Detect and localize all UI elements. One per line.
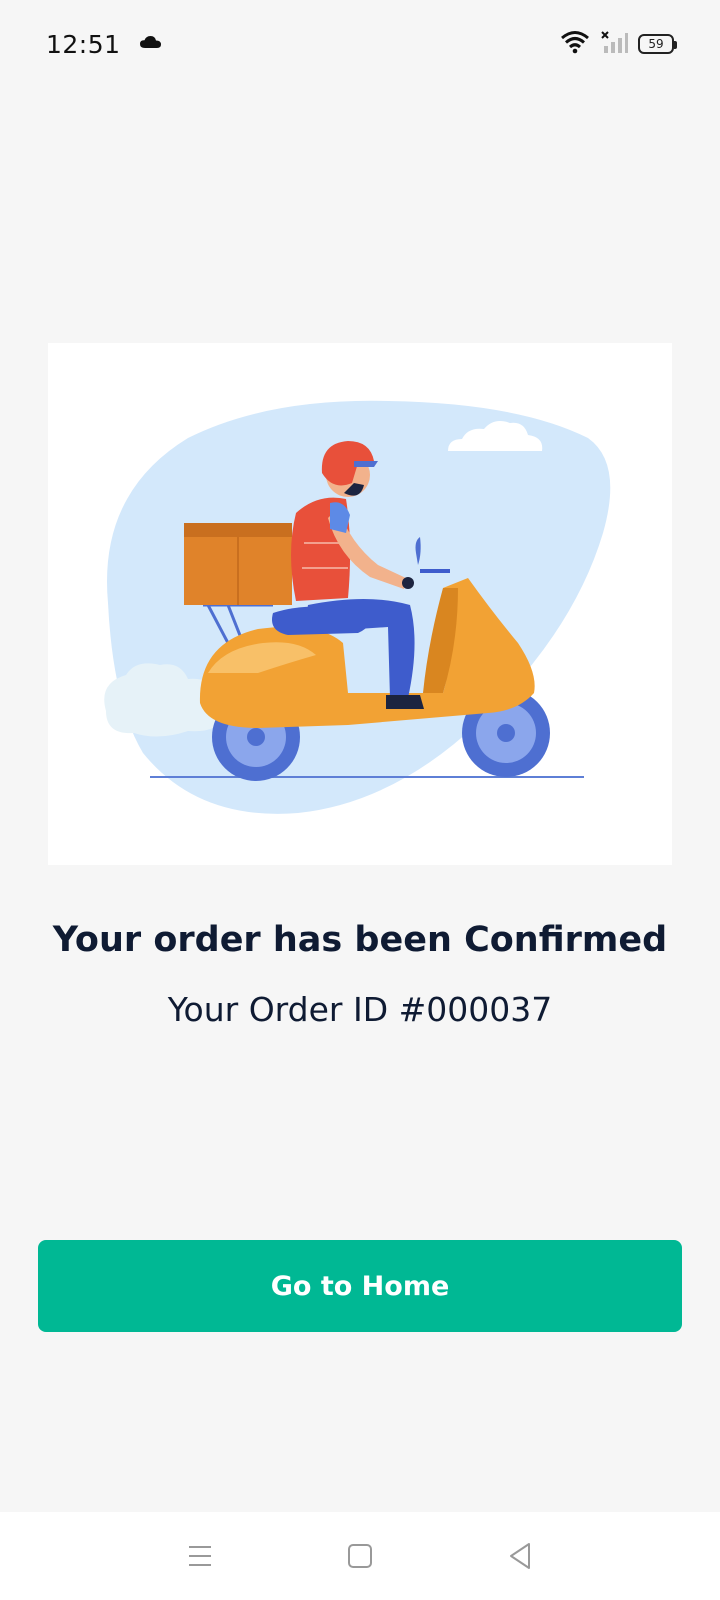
menu-icon[interactable] [170, 1526, 230, 1586]
status-time: 12:51 [46, 29, 121, 59]
battery-level: 59 [648, 37, 664, 51]
wifi-icon [560, 30, 590, 58]
delivery-scooter-illustration [48, 343, 672, 865]
no-signal-icon [600, 30, 628, 58]
order-confirmation-screen: 12:51 59 Your order has been Confirmed Y… [0, 0, 720, 1600]
order-id-text: Your Order ID #000037 [167, 990, 553, 1029]
go-to-home-button[interactable]: Go to Home [38, 1240, 682, 1332]
scooter-rider-image [104, 400, 611, 814]
battery-icon: 59 [638, 34, 677, 54]
system-navigation-bar [0, 1512, 720, 1600]
status-bar: 12:51 59 [0, 0, 720, 88]
confirmation-title: Your order has been Confirmed [52, 920, 668, 960]
back-triangle-icon[interactable] [490, 1526, 550, 1586]
home-square-icon[interactable] [330, 1526, 390, 1586]
cloud-icon [139, 34, 163, 54]
